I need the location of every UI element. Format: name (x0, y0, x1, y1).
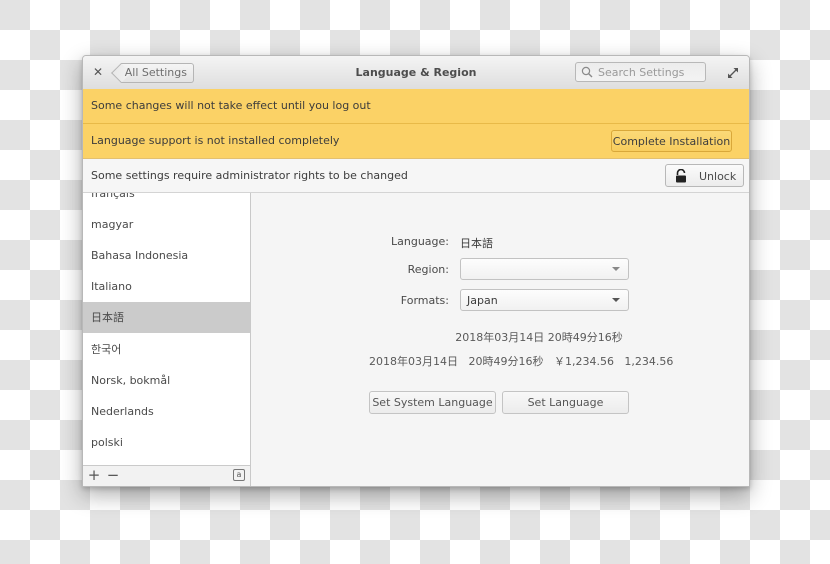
region-dropdown[interactable] (460, 258, 629, 280)
language-detail-pane: Language: 日本語 Region: Formats: Japan 201… (251, 193, 749, 486)
logout-warning-bar: Some changes will not take effect until … (83, 89, 749, 124)
settings-window: ✕ All Settings Language & Region Some ch… (82, 55, 750, 487)
language-list[interactable]: français magyar Bahasa Indonesia Italian… (83, 193, 250, 465)
search-input[interactable] (598, 64, 702, 80)
language-value: 日本語 (460, 237, 493, 250)
keyboard-settings-button[interactable]: a (233, 469, 245, 481)
formats-preview: 2018年03月14日 20時49分16秒 ￥1,234.56 1,234.56 (369, 355, 674, 368)
remove-language-button[interactable]: − (106, 466, 120, 484)
set-system-language-button[interactable]: Set System Language (369, 391, 496, 414)
admin-rights-bar: Some settings require administrator righ… (83, 159, 749, 193)
formats-dropdown[interactable]: Japan (460, 289, 629, 311)
language-item[interactable]: 한국어 (83, 334, 250, 365)
language-label: Language: (391, 235, 449, 248)
search-field[interactable] (575, 62, 706, 82)
formats-value: Japan (467, 294, 498, 307)
language-item[interactable]: Italiano (83, 271, 250, 302)
complete-installation-button[interactable]: Complete Installation (611, 130, 732, 152)
lock-open-icon (676, 169, 686, 183)
logout-warning-message: Some changes will not take effect until … (91, 99, 371, 112)
dropdown-arrow-icon (612, 298, 620, 302)
region-label: Region: (407, 263, 449, 276)
minus-icon: − (106, 466, 120, 484)
search-icon (581, 66, 593, 78)
datetime-preview: 2018年03月14日 20時49分16秒 (455, 331, 623, 344)
unlock-button[interactable]: Unlock (665, 164, 744, 187)
language-item[interactable]: Nederlands (83, 396, 250, 427)
formats-label: Formats: (400, 294, 449, 307)
sidebar-toolbar: + − a (83, 465, 250, 486)
language-sidebar: français magyar Bahasa Indonesia Italian… (83, 193, 251, 486)
language-item[interactable]: Norsk, bokmål (83, 365, 250, 396)
keyboard-icon: a (236, 470, 242, 479)
language-item[interactable]: polski (83, 427, 250, 458)
dropdown-arrow-icon (612, 267, 620, 271)
language-item[interactable]: français (83, 193, 250, 209)
add-language-button[interactable]: + (87, 466, 101, 484)
unlock-label: Unlock (699, 170, 737, 183)
language-item[interactable]: magyar (83, 209, 250, 240)
maximize-icon (728, 68, 738, 78)
language-support-bar: Language support is not installed comple… (83, 124, 749, 159)
plus-icon: + (87, 466, 101, 484)
language-item-selected[interactable]: 日本語 (83, 302, 250, 333)
set-language-button[interactable]: Set Language (502, 391, 629, 414)
language-item[interactable]: Bahasa Indonesia (83, 240, 250, 271)
admin-rights-message: Some settings require administrator righ… (91, 169, 408, 182)
maximize-button[interactable] (726, 66, 740, 80)
language-support-message: Language support is not installed comple… (91, 134, 340, 147)
titlebar: ✕ All Settings Language & Region (83, 56, 749, 90)
